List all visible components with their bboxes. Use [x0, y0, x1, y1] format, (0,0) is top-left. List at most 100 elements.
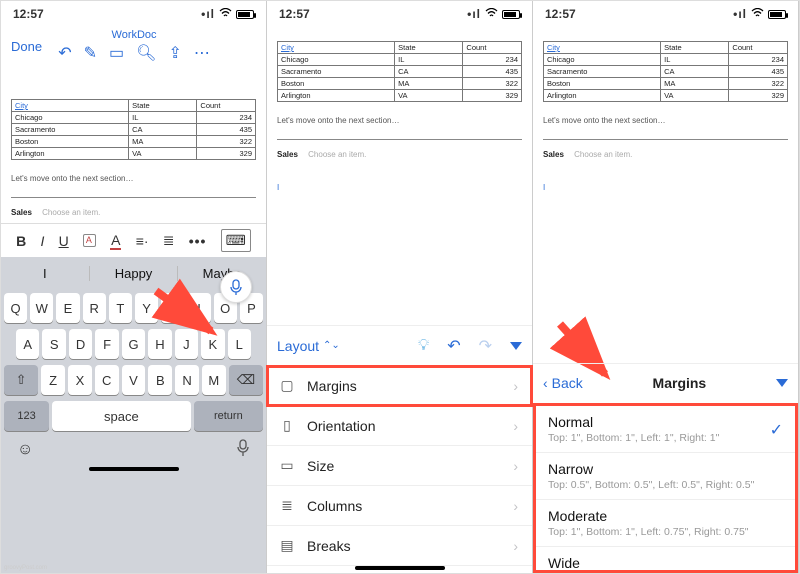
- key-j[interactable]: J: [175, 329, 198, 359]
- key-i[interactable]: I: [187, 293, 210, 323]
- document-area[interactable]: City State Count ChicagoIL234 Sacramento…: [1, 69, 266, 223]
- collapse-ribbon-icon[interactable]: [510, 342, 522, 350]
- doc-paragraph[interactable]: Let's move onto the next section…: [277, 116, 522, 125]
- delete-key[interactable]: ⌫: [229, 365, 263, 395]
- doc-title[interactable]: WorkDoc: [112, 29, 157, 41]
- undo-icon[interactable]: ↶: [447, 336, 460, 356]
- sales-label: Sales: [11, 208, 32, 217]
- key-s[interactable]: S: [42, 329, 65, 359]
- battery-icon: [502, 10, 520, 19]
- more-formatting-button[interactable]: •••: [189, 233, 207, 249]
- key-n[interactable]: N: [175, 365, 199, 395]
- key-g[interactable]: G: [122, 329, 145, 359]
- return-key[interactable]: return: [194, 401, 263, 431]
- key-t[interactable]: T: [109, 293, 132, 323]
- credit: groovyPost.com: [4, 565, 47, 571]
- suggestion-2[interactable]: Happy: [90, 266, 179, 281]
- columns-icon: ≣: [279, 497, 295, 514]
- key-a[interactable]: A: [16, 329, 39, 359]
- key-d[interactable]: D: [69, 329, 92, 359]
- menu-item-columns[interactable]: ≣Columns ›: [267, 486, 532, 526]
- doc-paragraph[interactable]: Let's move onto the next section…: [11, 174, 256, 183]
- space-key[interactable]: space: [52, 401, 191, 431]
- key-l[interactable]: L: [228, 329, 251, 359]
- menu-item-orientation[interactable]: ▯Orientation ›: [267, 406, 532, 446]
- undo-icon[interactable]: ↶: [58, 43, 71, 63]
- back-button[interactable]: ‹ Back: [543, 375, 583, 391]
- search-icon[interactable]: 🔍︎: [136, 43, 156, 63]
- table-row: BostonMA322: [12, 136, 256, 148]
- th-count[interactable]: Count: [197, 100, 256, 112]
- sales-line[interactable]: Sales Choose an item.: [11, 208, 256, 217]
- font-color-button[interactable]: A: [110, 232, 121, 250]
- numbers-key[interactable]: 123: [4, 401, 49, 431]
- share-icon[interactable]: ⇪: [168, 43, 181, 63]
- margin-option-narrow[interactable]: Narrow Top: 0.5", Bottom: 0.5", Left: 0.…: [536, 453, 795, 500]
- layout-tab-dropdown[interactable]: Layout ⌃⌄: [277, 338, 340, 354]
- key-q[interactable]: Q: [4, 293, 27, 323]
- menu-item-margins[interactable]: ▢Margins ›: [267, 366, 532, 406]
- th-state[interactable]: State: [129, 100, 197, 112]
- draw-icon[interactable]: ✎: [84, 43, 97, 63]
- doc-table[interactable]: CityStateCount ChicagoIL234 SacramentoCA…: [543, 41, 788, 102]
- ideas-icon[interactable]: 💡︎: [418, 337, 429, 355]
- document-area[interactable]: CityStateCount ChicagoIL234 SacramentoCA…: [533, 27, 798, 198]
- keyboard-toggle-button[interactable]: ⌨: [221, 229, 251, 252]
- italic-button[interactable]: I: [40, 233, 44, 249]
- key-b[interactable]: B: [148, 365, 172, 395]
- wifi-icon: [485, 7, 498, 21]
- shift-key[interactable]: ⇧: [4, 365, 38, 395]
- sales-line[interactable]: Sales Choose an item.: [277, 150, 522, 159]
- key-c[interactable]: C: [95, 365, 119, 395]
- menu-item-breaks[interactable]: ▤Breaks ›: [267, 526, 532, 566]
- key-k[interactable]: K: [201, 329, 224, 359]
- key-r[interactable]: R: [83, 293, 106, 323]
- doc-table[interactable]: City State Count ChicagoIL234 Sacramento…: [11, 99, 256, 160]
- key-z[interactable]: Z: [41, 365, 65, 395]
- collapse-ribbon-icon[interactable]: [776, 379, 788, 387]
- highlight-button[interactable]: [83, 234, 96, 247]
- sales-line[interactable]: Sales Choose an item.: [543, 150, 788, 159]
- bold-button[interactable]: B: [16, 233, 26, 249]
- home-indicator[interactable]: [89, 467, 179, 471]
- chevron-right-icon: ›: [513, 498, 518, 514]
- key-w[interactable]: W: [30, 293, 53, 323]
- key-f[interactable]: F: [95, 329, 118, 359]
- table-row: ArlingtonVA329: [12, 148, 256, 160]
- key-e[interactable]: E: [56, 293, 79, 323]
- number-list-button[interactable]: ≣: [163, 232, 175, 249]
- key-u[interactable]: U: [161, 293, 184, 323]
- key-y[interactable]: Y: [135, 293, 158, 323]
- chevron-right-icon: ›: [513, 418, 518, 434]
- key-m[interactable]: M: [202, 365, 226, 395]
- margin-option-moderate[interactable]: Moderate Top: 1", Bottom: 1", Left: 0.75…: [536, 500, 795, 547]
- orientation-icon: ▯: [279, 417, 295, 434]
- margin-option-wide[interactable]: Wide Top: 1", Bottom: 1", Left: 2", Righ…: [536, 547, 795, 574]
- keyboard[interactable]: I Happy Maybe QWERTYUIOP ASDFGHJKL ⇧ ZXC…: [1, 257, 266, 573]
- redo-icon[interactable]: ↷: [479, 336, 492, 356]
- dictation-fab[interactable]: [220, 271, 252, 303]
- bullet-list-button[interactable]: ≡·: [136, 233, 149, 249]
- mic-key[interactable]: [236, 439, 250, 462]
- mobile-view-icon[interactable]: ▭: [109, 43, 124, 63]
- doc-table[interactable]: CityStateCount ChicagoIL234 SacramentoCA…: [277, 41, 522, 102]
- key-v[interactable]: V: [122, 365, 146, 395]
- key-h[interactable]: H: [148, 329, 171, 359]
- margins-icon: ▢: [279, 377, 295, 394]
- sales-placeholder: Choose an item.: [42, 208, 100, 217]
- doc-paragraph[interactable]: Let's move onto the next section…: [543, 116, 788, 125]
- emoji-key[interactable]: ☺: [17, 441, 33, 459]
- home-indicator[interactable]: [355, 566, 445, 570]
- menu-item-size[interactable]: ▭Size ›: [267, 446, 532, 486]
- done-button[interactable]: Done: [11, 39, 42, 54]
- th-city[interactable]: City: [12, 100, 129, 112]
- format-toolbar: B I U A ≡· ≣ ••• ⌨: [1, 223, 266, 257]
- document-area[interactable]: CityStateCount ChicagoIL234 SacramentoCA…: [267, 27, 532, 198]
- layout-menu-list: ▢Margins › ▯Orientation › ▭Size › ≣Colum…: [267, 365, 532, 566]
- more-menu-icon[interactable]: ⋯: [194, 43, 210, 63]
- margin-option-normal[interactable]: Normal Top: 1", Bottom: 1", Left: 1", Ri…: [536, 406, 795, 453]
- key-x[interactable]: X: [68, 365, 92, 395]
- underline-button[interactable]: U: [59, 233, 69, 249]
- doc-table-body: ChicagoIL234 SacramentoCA435 BostonMA322…: [12, 112, 256, 160]
- suggestion-1[interactable]: I: [1, 266, 90, 281]
